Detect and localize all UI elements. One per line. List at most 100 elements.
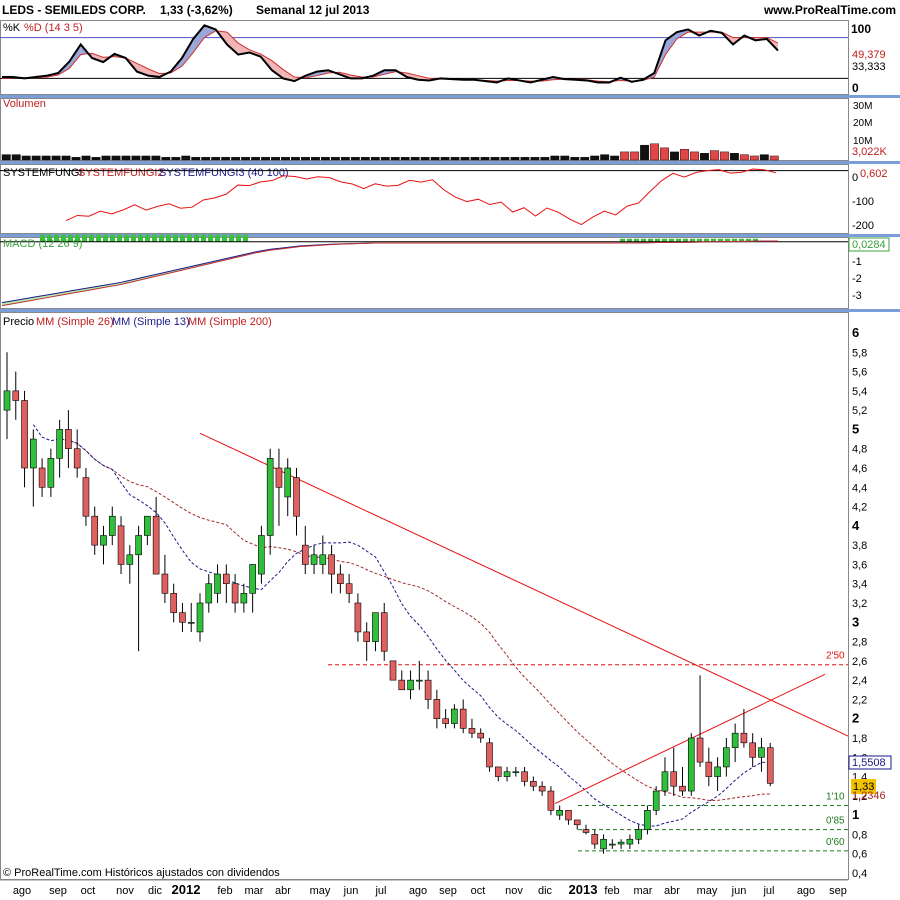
- candle-body: [644, 810, 651, 830]
- candle-body: [416, 679, 423, 682]
- price-tick-label: 1: [852, 807, 859, 822]
- candle-body: [240, 593, 248, 604]
- macd-signal-line: [1, 240, 778, 307]
- candle-body: [626, 838, 634, 845]
- volume-bar: [610, 155, 620, 161]
- candle-body: [609, 843, 616, 846]
- volume-bar: [460, 157, 470, 161]
- volume-bar: [191, 157, 201, 161]
- macd-histogram-bar: [138, 234, 143, 242]
- price-panel: Precio MM (Simple 26) MM (Simple 13) MM …: [3, 316, 892, 880]
- price-tick-label: 5: [852, 421, 859, 436]
- volume-bar: [680, 148, 689, 161]
- price-tick-label: 4,2: [852, 502, 867, 514]
- volume-bar: [281, 157, 290, 161]
- candle-body: [723, 747, 730, 768]
- candle-body: [82, 477, 90, 517]
- volume-bar: [380, 157, 390, 161]
- candle-body: [573, 819, 581, 826]
- candle-body: [758, 747, 765, 758]
- volume-bar: [670, 151, 679, 161]
- macd-histogram-bar: [201, 234, 206, 242]
- candle-body: [442, 718, 449, 724]
- candle-body: [73, 448, 81, 469]
- price-tick-label: 5,8: [852, 347, 867, 359]
- candle-body: [380, 612, 388, 652]
- level-label: 1'10: [826, 792, 845, 803]
- candle-body: [161, 573, 169, 594]
- candle-body: [705, 761, 713, 777]
- volume-bar: [470, 157, 480, 161]
- macd-histogram-bar: [110, 234, 115, 242]
- panel-frame-3: [0, 237, 849, 309]
- level-label: 0'60: [826, 837, 845, 848]
- macd-histogram-bar: [229, 234, 234, 242]
- volume-bar: [550, 155, 560, 161]
- volume-bar: [211, 157, 221, 161]
- x-axis-label: ago: [797, 885, 815, 897]
- volume-bar: [330, 157, 340, 161]
- x-axis: ago sep oct nov dic 2012 feb mar abr may jun jul ago…: [0, 879, 900, 900]
- candle-body: [538, 785, 546, 792]
- stochastic-tick-100: 100: [851, 22, 871, 36]
- price-tick-label: 1,8: [852, 733, 867, 745]
- volume-bar: [600, 154, 610, 161]
- stochastic-fill-segment: [193, 25, 205, 53]
- x-axis-label: nov: [505, 885, 523, 897]
- price-tick-label: 4,4: [852, 482, 867, 494]
- volume-bar: [430, 157, 440, 161]
- ma26-value: 1,2346: [852, 790, 886, 802]
- price-tick-label: 0,6: [852, 849, 867, 861]
- price-tick-label: 2,2: [852, 694, 867, 706]
- candle-body: [740, 732, 748, 744]
- candle-body: [696, 737, 704, 763]
- volume-bar: [101, 155, 111, 161]
- candle-body: [117, 525, 125, 565]
- volume-bar: [590, 155, 600, 161]
- price-tick-label: 3: [852, 614, 859, 629]
- price-tick-label: 0,4: [852, 868, 867, 880]
- volume-bar: [759, 154, 769, 161]
- volume-bar: [510, 157, 520, 161]
- macd-histogram-bar: [82, 234, 87, 242]
- footer-note: © ProRealTime.com Históricos ajustados c…: [3, 867, 280, 879]
- price-tick-label: 4,8: [852, 444, 867, 456]
- candle-body: [126, 554, 134, 565]
- macd-tick-2: -2: [852, 273, 862, 285]
- macd-histogram-bar: [117, 234, 122, 242]
- x-axis-label: jul: [374, 885, 386, 897]
- level-label: 0'85: [826, 816, 845, 827]
- x-axis-label: mar: [634, 885, 653, 897]
- volume-bar: [570, 157, 580, 161]
- macd-histogram-bar: [187, 234, 192, 242]
- volume-bar: [311, 157, 320, 161]
- volume-bar: [171, 157, 181, 161]
- systemfungi-label-2: SYSTEMFUNGI2: [78, 167, 164, 179]
- macd-histogram-bar: [208, 234, 213, 242]
- macd-histogram-bar: [145, 234, 150, 242]
- candle-body: [47, 458, 55, 488]
- x-axis-label: mar: [245, 885, 264, 897]
- candle-body: [635, 829, 642, 840]
- volume-bar: [261, 157, 271, 161]
- x-axis-label: sep: [439, 885, 457, 897]
- x-axis-label: dic: [538, 885, 553, 897]
- volume-bar: [650, 143, 660, 161]
- x-axis-label: may: [697, 885, 718, 897]
- candle-body: [424, 679, 432, 700]
- macd-histogram-bar: [96, 234, 101, 242]
- x-axis-label: oct: [471, 885, 486, 897]
- candle-body: [591, 834, 599, 845]
- price-tick-label: 6: [852, 325, 859, 340]
- volume-label: Volumen: [3, 98, 46, 110]
- volume-bar: [291, 157, 300, 161]
- macd-histogram-bar: [222, 234, 227, 242]
- volume-bar: [31, 155, 41, 161]
- volume-bar: [520, 157, 530, 161]
- candle-body: [582, 829, 590, 833]
- ma200-label: MM (Simple 200): [188, 316, 272, 328]
- systemfungi-value: 0,602: [860, 168, 888, 180]
- candle-body: [486, 742, 493, 768]
- volume-bar: [739, 154, 749, 161]
- macd-label: MACD (12 26 9): [3, 238, 82, 250]
